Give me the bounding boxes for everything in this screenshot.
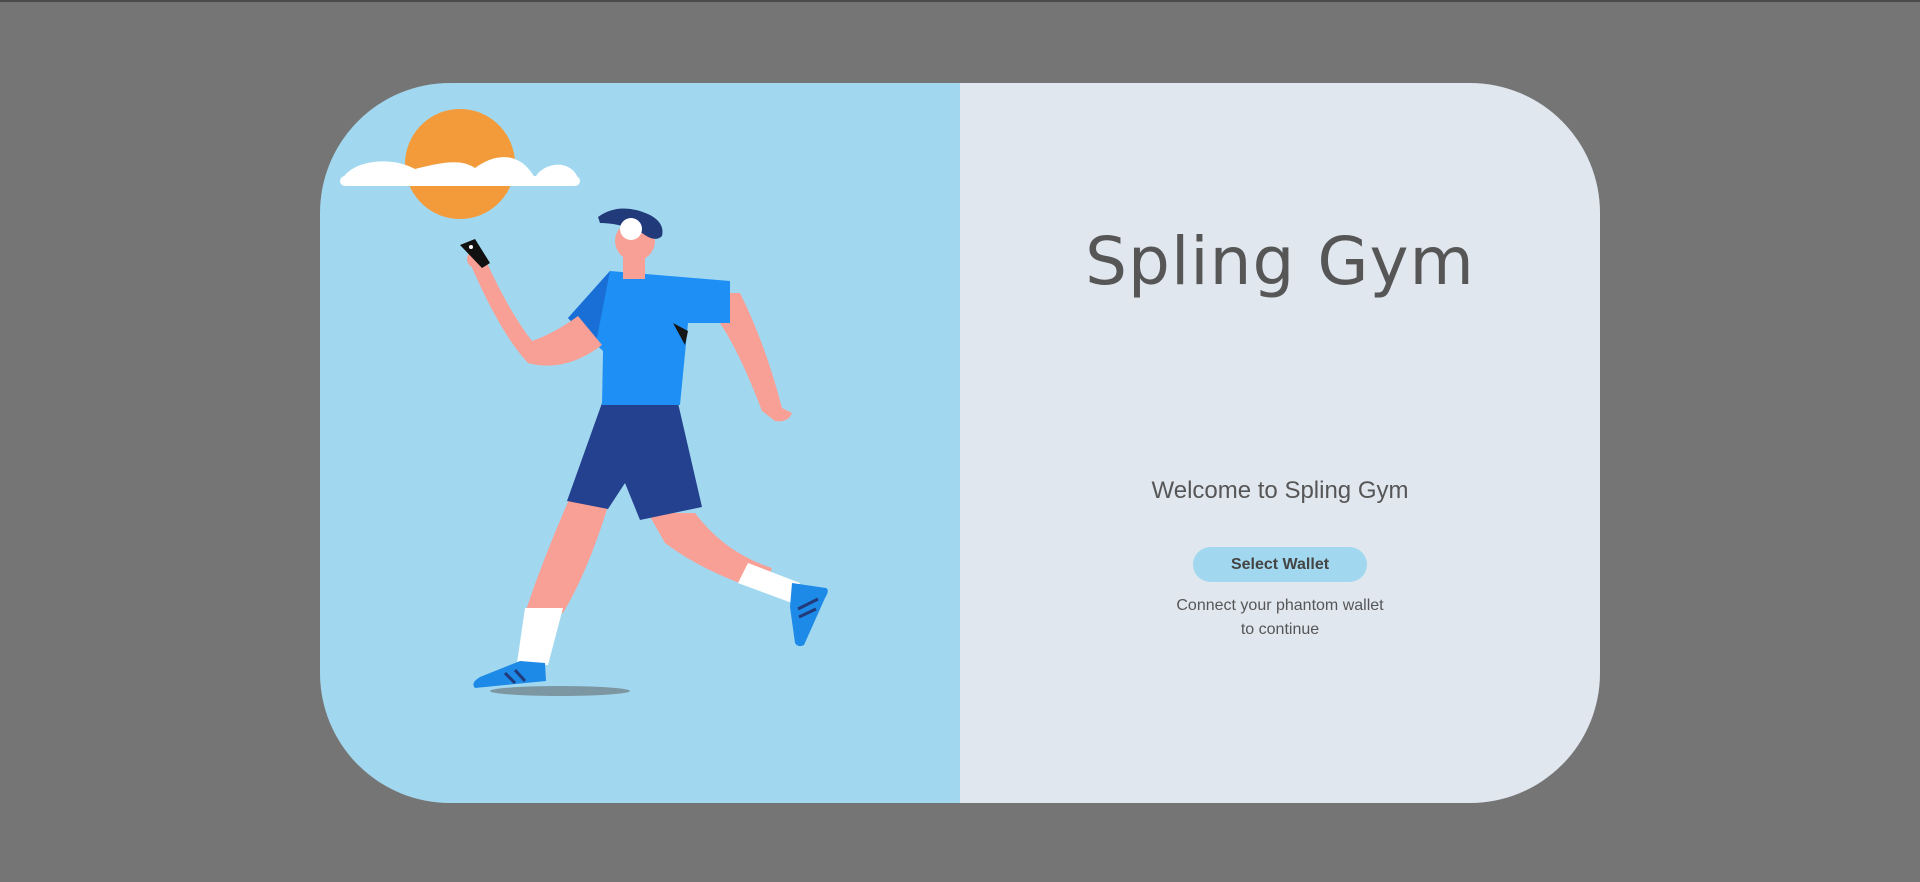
front-leg [525, 493, 612, 613]
front-shoe-icon [473, 661, 546, 688]
app-title: Spling Gym [1085, 223, 1475, 300]
wallet-hint: Connect your phantom wallet to continue [960, 594, 1600, 642]
headphone-icon [620, 218, 642, 240]
ground-shadow [490, 686, 630, 696]
wallet-hint-line1: Connect your phantom wallet [1176, 597, 1384, 614]
shorts [567, 403, 702, 520]
window-top-border [0, 0, 1920, 2]
select-wallet-button[interactable]: Select Wallet [1193, 547, 1367, 582]
back-arm [720, 293, 792, 422]
back-shoe-icon [790, 583, 828, 647]
runner-illustration [340, 109, 828, 696]
wallet-hint-line2: to continue [1240, 621, 1320, 638]
login-card: Spling Gym Welcome to Spling Gym Select … [320, 83, 1600, 803]
illustration-panel [320, 83, 960, 803]
welcome-message: Welcome to Spling Gym [1151, 477, 1409, 504]
auth-panel: Spling Gym Welcome to Spling Gym Select … [960, 83, 1600, 803]
front-sock [517, 608, 563, 665]
